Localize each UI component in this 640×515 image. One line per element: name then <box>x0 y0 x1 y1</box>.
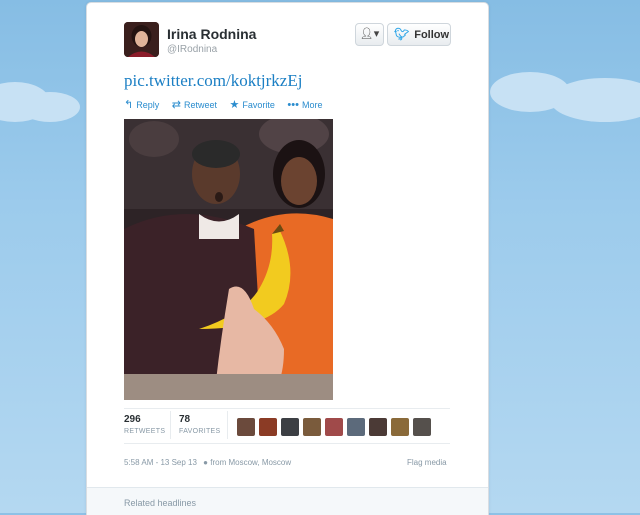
favoriter-avatar[interactable] <box>391 418 409 436</box>
stats-divider-bottom <box>124 443 450 444</box>
author-handle[interactable]: @IRodnina <box>167 44 217 55</box>
person-icon: 👤︎ <box>359 28 374 40</box>
tweet-photo[interactable] <box>124 119 333 400</box>
favoriter-avatar[interactable] <box>303 418 321 436</box>
favoriter-avatar[interactable] <box>259 418 277 436</box>
author-name[interactable]: Irina Rodnina <box>167 26 256 42</box>
retweet-icon: ⇄ <box>171 99 181 111</box>
follow-label: Follow <box>414 29 450 41</box>
favoriter-avatar[interactable] <box>413 418 431 436</box>
user-actions-button[interactable]: 👤︎▾ <box>355 23 384 46</box>
favoriter-avatar[interactable] <box>325 418 343 436</box>
twitter-bird-icon: 🐦︎ <box>394 27 410 41</box>
favorite-action[interactable]: ★ Favorite <box>229 99 275 111</box>
cloud-left-2 <box>20 92 80 122</box>
reply-label: Reply <box>136 100 160 110</box>
stats-divider-top <box>124 408 450 409</box>
retweets-count[interactable]: 296 <box>124 414 141 425</box>
follow-button[interactable]: 🐦︎ Follow <box>387 23 451 46</box>
avatar[interactable] <box>124 22 159 57</box>
favorite-label: Favorite <box>242 100 275 110</box>
tweet-meta: 5:58 AM - 13 Sep 13 ● from Moscow, Mosco… <box>124 458 291 467</box>
tweet-card: Irina Rodnina @IRodnina 👤︎▾ 🐦︎ Follow pic… <box>86 2 489 515</box>
related-headlines-bar: Related headlines <box>87 487 488 515</box>
retweet-label: Retweet <box>183 100 217 110</box>
timestamp[interactable]: 5:58 AM - 13 Sep 13 <box>124 458 197 467</box>
retweets-label: RETWEETS <box>124 428 166 435</box>
more-label: More <box>301 100 323 110</box>
more-action[interactable]: ••• More <box>287 99 323 111</box>
favoriter-avatar[interactable] <box>347 418 365 436</box>
chevron-down-icon: ▾ <box>373 28 380 40</box>
favorites-count[interactable]: 78 <box>179 414 190 425</box>
reply-action[interactable]: ↰ Reply <box>124 99 160 111</box>
retweet-action[interactable]: ⇄ Retweet <box>171 99 217 111</box>
tweet-actions: ↰ Reply ⇄ Retweet ★ Favorite ••• More <box>124 98 333 111</box>
media-link[interactable]: pic.twitter.com/koktjrkzEj <box>124 71 302 91</box>
photo-image <box>124 119 333 400</box>
favoriter-avatar[interactable] <box>369 418 387 436</box>
avatar-image <box>124 22 159 57</box>
related-headlines-title: Related headlines <box>124 498 197 508</box>
favoriter-avatar[interactable] <box>281 418 299 436</box>
stats-separator-2 <box>227 411 228 439</box>
location[interactable]: from Moscow, Moscow <box>210 458 291 467</box>
favorites-label: FAVORITES <box>179 428 221 435</box>
favoriter-avatar[interactable] <box>237 418 255 436</box>
more-icon: ••• <box>287 99 299 111</box>
reply-icon: ↰ <box>124 99 134 111</box>
star-icon: ★ <box>229 99 240 111</box>
stats-separator-1 <box>170 411 171 439</box>
location-pin-icon: ● <box>203 458 209 467</box>
flag-media-link[interactable]: Flag media <box>407 458 447 467</box>
